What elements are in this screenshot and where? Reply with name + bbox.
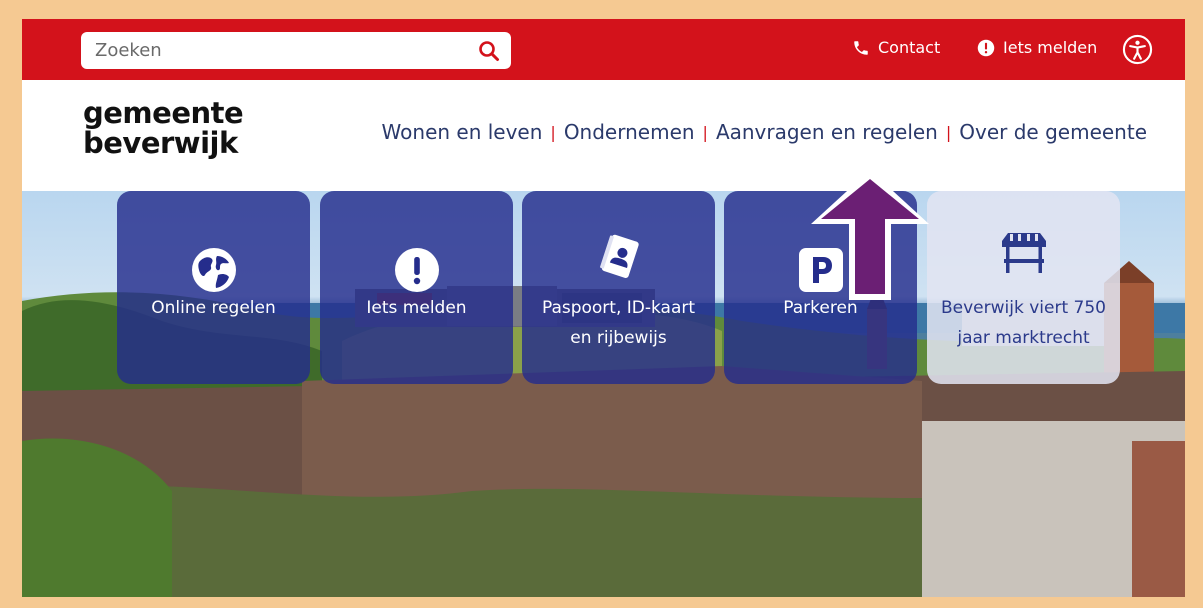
tile-label: Paspoort, ID-kaart en rijbewijs <box>541 298 696 348</box>
phone-icon <box>854 40 868 55</box>
globe-icon <box>191 248 236 292</box>
exclamation-icon <box>394 248 439 292</box>
page-frame: Contact Iets melden gemeente beverwijk W… <box>22 19 1185 597</box>
tile-label: Iets melden <box>366 298 467 318</box>
search-icon[interactable] <box>477 39 501 63</box>
nav-separator: | <box>550 122 556 142</box>
market-stall-icon <box>1001 233 1046 273</box>
nav-item-aanvragen[interactable]: Aanvragen en regelen <box>716 120 938 144</box>
annotation-arrow-icon <box>811 170 929 300</box>
site-header: gemeente beverwijk Wonen en leven | Onde… <box>22 80 1185 191</box>
main-navigation: Wonen en leven | Ondernemen | Aanvragen … <box>382 120 1147 144</box>
report-link[interactable]: Iets melden <box>977 38 1097 57</box>
site-logo[interactable]: gemeente beverwijk <box>83 96 244 160</box>
tile-marktrecht[interactable]: Beverwijk viert 750 jaar marktrecht <box>927 191 1120 384</box>
tile-label: Beverwijk viert 750 jaar marktrecht <box>941 298 1106 348</box>
contact-link[interactable]: Contact <box>852 38 940 57</box>
report-label: Iets melden <box>1003 38 1098 57</box>
nav-item-ondernemen[interactable]: Ondernemen <box>564 120 695 144</box>
top-bar: Contact Iets melden <box>22 19 1185 80</box>
logo-line2: beverwijk <box>83 126 238 160</box>
logo-line1: gemeente <box>83 96 244 130</box>
nav-item-wonen[interactable]: Wonen en leven <box>382 120 543 144</box>
nav-separator: | <box>702 122 708 142</box>
passport-icon <box>599 234 639 278</box>
contact-label: Contact <box>878 38 941 57</box>
tile-label: Online regelen <box>151 298 276 318</box>
search-input[interactable] <box>81 32 461 69</box>
accessibility-icon[interactable] <box>1122 34 1153 65</box>
tile-online-regelen[interactable]: Online regelen <box>117 191 310 384</box>
tile-paspoort[interactable]: Paspoort, ID-kaart en rijbewijs <box>522 191 715 384</box>
alert-icon <box>977 39 995 56</box>
nav-item-over-gemeente[interactable]: Over de gemeente <box>959 120 1147 144</box>
nav-separator: | <box>945 122 952 142</box>
search-box <box>81 32 511 69</box>
tile-iets-melden[interactable]: Iets melden <box>320 191 513 384</box>
